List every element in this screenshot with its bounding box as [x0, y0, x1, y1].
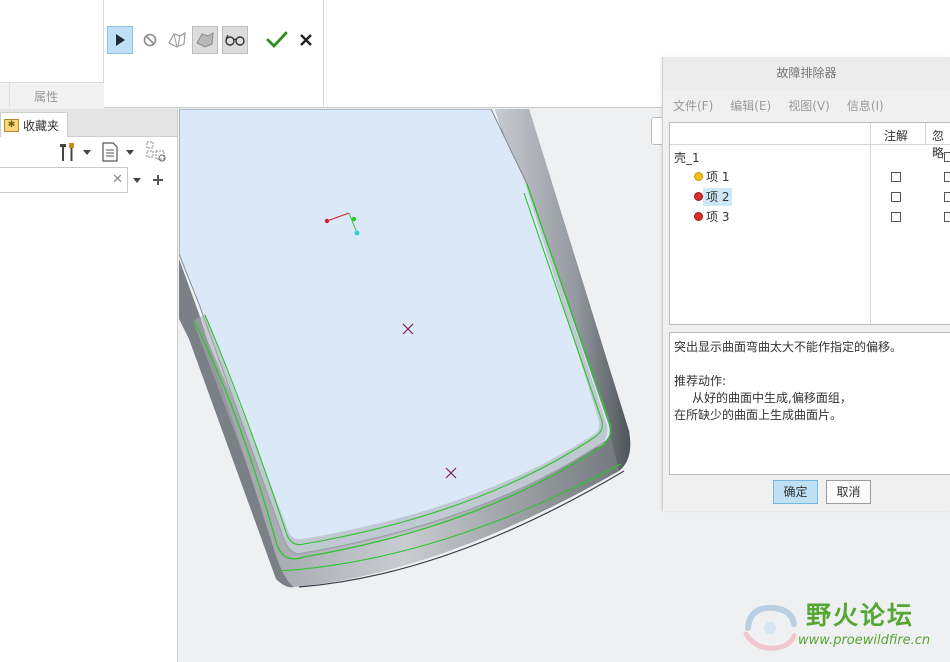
- watermark-url: www.proewildfire.cn: [798, 633, 931, 648]
- chevron-down-icon[interactable]: [83, 150, 91, 156]
- ignore-checkbox[interactable]: [944, 212, 950, 222]
- error-dot-icon: [694, 192, 703, 201]
- dialog-menubar: 文件(F) 编辑(E) 视图(V) 信息(I): [663, 90, 950, 120]
- clear-icon[interactable]: ✕: [112, 172, 123, 187]
- panel-toolbar: [0, 137, 177, 167]
- troubleshooter-dialog: 故障排除器 文件(F) 编辑(E) 视图(V) 信息(I) 注解 忽略 壳_1 …: [662, 57, 950, 511]
- add-icon[interactable]: [152, 174, 164, 186]
- menu-file[interactable]: 文件(F): [673, 97, 713, 114]
- dialog-title: 故障排除器: [663, 57, 950, 90]
- pause-button[interactable]: [137, 26, 163, 54]
- warning-dot-icon: [694, 172, 703, 181]
- model-tree-panel: ✱ 收藏夹 ✕: [0, 109, 178, 662]
- watermark-name: 野火论坛: [806, 601, 915, 630]
- wildfire-logo-icon: [743, 604, 797, 651]
- checkmark-icon: [266, 31, 288, 49]
- tree-root-label: 壳_1: [674, 151, 700, 165]
- shaded-preview-button[interactable]: [192, 26, 218, 54]
- z-axis-dot: [354, 230, 360, 236]
- annotate-checkbox[interactable]: [891, 192, 901, 202]
- y-axis-dot: [351, 216, 357, 222]
- ribbon-group-label-bar: 属性: [0, 82, 104, 108]
- settings-tools-icon[interactable]: [58, 141, 78, 163]
- cancel-button[interactable]: 取消: [826, 480, 871, 504]
- tab-favorites[interactable]: ✱ 收藏夹: [0, 112, 68, 137]
- annotate-checkbox[interactable]: [891, 212, 901, 222]
- message-line: 在所缺少的曲面上生成曲面片。: [674, 408, 843, 422]
- apply-button[interactable]: [264, 26, 290, 54]
- ribbon-group-controls: [104, 0, 324, 108]
- message-panel: 突出显示曲面弯曲太大不能作指定的偏移。 推荐动作: 从好的曲面中生成,偏移面组，…: [669, 332, 950, 475]
- message-line: 从好的曲面中生成,偏移面组，: [692, 391, 852, 405]
- search-input[interactable]: ✕: [0, 167, 128, 193]
- menu-view[interactable]: 视图(V): [788, 97, 830, 114]
- favorites-icon: ✱: [4, 118, 19, 132]
- shaded-icon: [196, 32, 214, 48]
- message-line: 突出显示曲面弯曲太大不能作指定的偏移。: [674, 340, 903, 354]
- issue-tree: 注解 忽略 壳_1 项 1 项 2 项 3: [669, 122, 950, 326]
- list-item[interactable]: 项 3: [694, 208, 854, 226]
- menu-info[interactable]: 信息(I): [847, 97, 884, 114]
- verify-preview-button[interactable]: [222, 26, 248, 54]
- close-icon: [300, 34, 312, 46]
- list-item[interactable]: 项 1: [694, 168, 854, 186]
- play-icon: [116, 34, 125, 46]
- column-annotate[interactable]: 注解: [884, 127, 908, 144]
- x-axis-dot: [324, 218, 330, 224]
- geometry-preview-button[interactable]: [164, 26, 190, 54]
- tab-favorites-label: 收藏夹: [23, 118, 60, 133]
- annotate-checkbox[interactable]: [891, 172, 901, 182]
- item-label: 项 2: [703, 188, 733, 206]
- menu-edit[interactable]: 编辑(E): [730, 97, 771, 114]
- panel-tabbar: ✱ 收藏夹: [0, 109, 177, 137]
- ignore-checkbox[interactable]: [944, 192, 950, 202]
- error-dot-icon: [694, 212, 703, 221]
- item-label: 项 1: [706, 170, 730, 184]
- chevron-down-icon[interactable]: [133, 178, 141, 184]
- resume-button[interactable]: [107, 26, 133, 54]
- chevron-down-icon[interactable]: [126, 150, 134, 156]
- wireframe-icon: [168, 31, 186, 48]
- ignore-checkbox[interactable]: [944, 152, 950, 162]
- ignore-checkbox[interactable]: [944, 172, 950, 182]
- list-view-icon[interactable]: [101, 141, 119, 163]
- item-label: 项 3: [706, 210, 730, 224]
- stop-icon: [143, 33, 157, 47]
- ok-button[interactable]: 确定: [773, 480, 818, 504]
- watermark: 野火论坛 www.proewildfire.cn: [740, 596, 950, 658]
- ribbon-group-left: 属性: [0, 0, 104, 108]
- tree-root[interactable]: 壳_1: [674, 149, 700, 167]
- cancel-feature-button[interactable]: [293, 26, 319, 54]
- list-item-selected[interactable]: 项 2: [694, 188, 854, 206]
- hidden-items-icon[interactable]: [146, 141, 168, 163]
- properties-group-label: 属性: [34, 90, 59, 104]
- message-heading: 推荐动作:: [674, 374, 727, 388]
- glasses-icon: [225, 34, 245, 46]
